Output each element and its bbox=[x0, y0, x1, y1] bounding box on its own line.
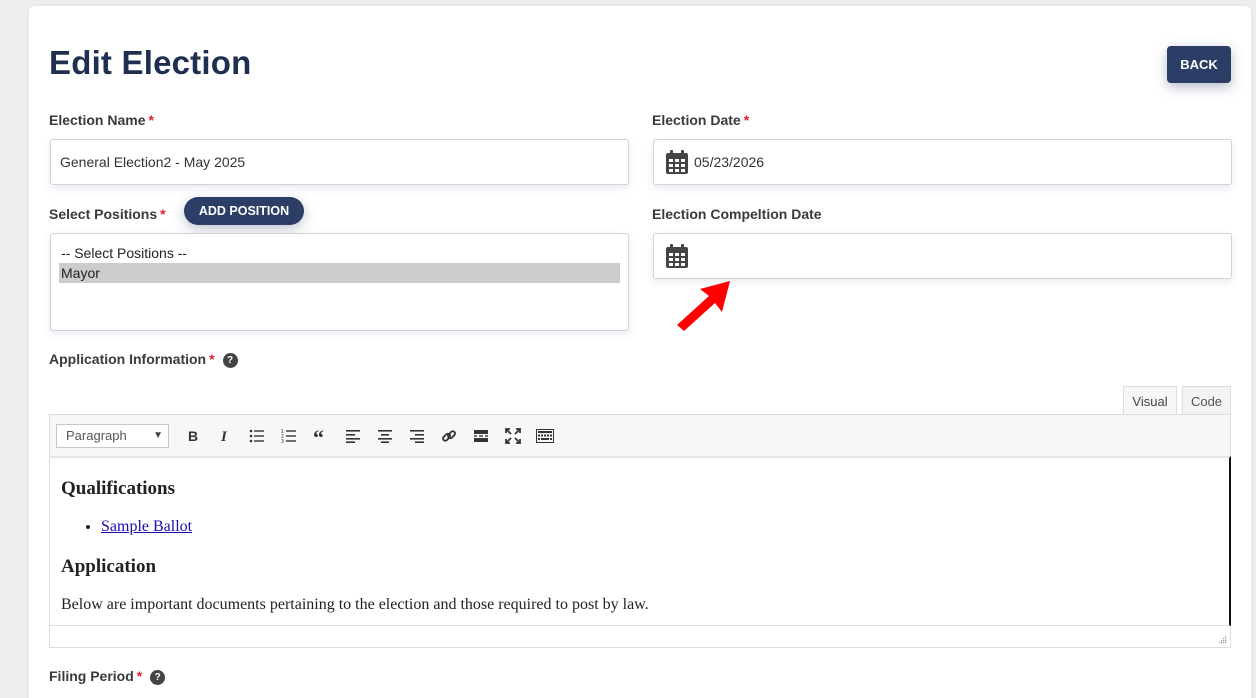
election-date-input[interactable]: 05/23/2026 bbox=[653, 139, 1232, 185]
election-name-label: Election Name * bbox=[49, 112, 154, 128]
election-name-input[interactable]: General Election2 - May 2025 bbox=[50, 139, 629, 185]
annotation-arrow-icon bbox=[677, 281, 730, 331]
add-position-button[interactable]: ADD POSITION bbox=[184, 197, 304, 225]
help-icon[interactable]: ? bbox=[150, 670, 166, 685]
calendar-icon[interactable] bbox=[666, 244, 688, 268]
bold-icon[interactable]: B bbox=[177, 422, 209, 450]
svg-text:“: “ bbox=[313, 429, 324, 443]
position-option[interactable]: -- Select Positions -- bbox=[59, 243, 620, 263]
application-info-label: Application Information *? bbox=[49, 351, 238, 368]
editor-paragraph: Below are important documents pertaining… bbox=[61, 596, 649, 613]
sample-ballot-link[interactable]: Sample Ballot bbox=[101, 518, 192, 535]
svg-text:I: I bbox=[220, 429, 228, 443]
align-right-icon[interactable] bbox=[401, 422, 433, 450]
toolbar-toggle-icon[interactable] bbox=[529, 422, 561, 450]
election-date-label: Election Date * bbox=[652, 112, 750, 128]
bullet-list-icon[interactable] bbox=[241, 422, 273, 450]
resize-handle-icon[interactable] bbox=[1217, 634, 1227, 644]
numbered-list-icon[interactable]: 123 bbox=[273, 422, 305, 450]
format-select[interactable]: Paragraph ▼ bbox=[56, 423, 169, 448]
select-positions-label: Select Positions * bbox=[49, 206, 166, 222]
tab-code[interactable]: Code bbox=[1182, 386, 1231, 415]
svg-text:3: 3 bbox=[281, 439, 284, 443]
editor-list: Sample Ballot bbox=[101, 518, 1218, 536]
editor-toolbar: Paragraph ▼ B I 123 “ bbox=[49, 414, 1231, 456]
page-title: Edit Election bbox=[49, 44, 252, 81]
blockquote-icon[interactable]: “ bbox=[305, 422, 337, 450]
positions-multiselect[interactable]: -- Select Positions -- Mayor bbox=[50, 233, 629, 331]
tab-visual[interactable]: Visual bbox=[1123, 386, 1177, 415]
list-item: Sample Ballot bbox=[101, 518, 1218, 536]
editor-heading-qualifications: Qualifications bbox=[61, 478, 176, 499]
back-button[interactable]: BACK bbox=[1167, 46, 1231, 83]
editor-heading-application: Application bbox=[61, 556, 157, 577]
calendar-icon[interactable] bbox=[666, 150, 688, 174]
chevron-down-icon: ▼ bbox=[153, 430, 163, 441]
completion-date-input[interactable] bbox=[653, 233, 1232, 279]
align-center-icon[interactable] bbox=[369, 422, 401, 450]
link-icon[interactable] bbox=[433, 422, 465, 450]
editor-statusbar bbox=[49, 626, 1231, 648]
completion-date-label: Election Compeltion Date bbox=[652, 206, 822, 222]
filing-period-label: Filing Period *? bbox=[49, 668, 166, 685]
position-option-selected[interactable]: Mayor bbox=[59, 263, 620, 283]
help-icon[interactable]: ? bbox=[222, 353, 238, 368]
rich-text-editor[interactable]: Qualifications Sample Ballot Application… bbox=[49, 456, 1231, 626]
italic-icon[interactable]: I bbox=[209, 422, 241, 450]
svg-text:B: B bbox=[188, 429, 198, 443]
fullscreen-icon[interactable] bbox=[497, 422, 529, 450]
read-more-icon[interactable] bbox=[465, 422, 497, 450]
align-left-icon[interactable] bbox=[337, 422, 369, 450]
